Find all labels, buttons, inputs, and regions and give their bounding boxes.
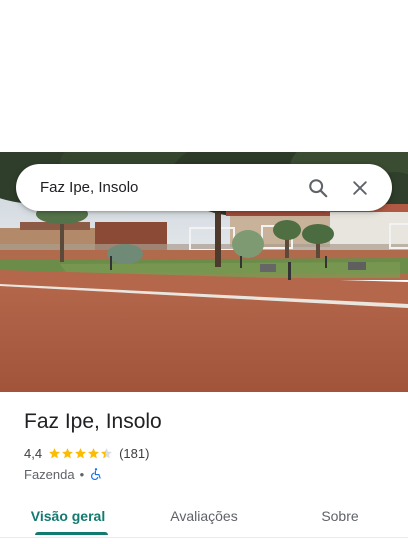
tab-about[interactable]: Sobre xyxy=(272,494,408,538)
search-query-text[interactable]: Faz Ipe, Insolo xyxy=(40,179,294,196)
tab-about-label: Sobre xyxy=(321,508,359,524)
star-icon xyxy=(101,447,112,458)
close-button[interactable] xyxy=(342,170,378,206)
place-category: Fazenda xyxy=(24,466,75,482)
search-icon xyxy=(309,178,328,197)
close-icon xyxy=(353,180,367,195)
tab-overview[interactable]: Visão geral xyxy=(0,494,136,538)
separator-dot: • xyxy=(79,466,85,482)
place-name: Faz Ipe, Insolo xyxy=(24,410,162,433)
tabs-divider xyxy=(0,537,408,538)
star-icon xyxy=(75,447,86,458)
star-icon xyxy=(62,447,73,458)
place-tabs: Visão geral Avaliações Sobre xyxy=(0,494,408,538)
category-row: Fazenda • xyxy=(24,465,103,483)
wheelchair-icon[interactable] xyxy=(89,467,103,481)
rating-row[interactable]: 4,4 (181) xyxy=(24,444,149,462)
tab-reviews[interactable]: Avaliações xyxy=(136,494,272,538)
active-tab-indicator xyxy=(35,532,108,535)
review-count[interactable]: (181) xyxy=(119,446,149,461)
rating-stars xyxy=(48,447,113,460)
star-icon xyxy=(49,447,60,458)
rating-value: 4,4 xyxy=(24,445,43,461)
tab-overview-label: Visão geral xyxy=(30,508,106,524)
tab-reviews-label: Avaliações xyxy=(170,508,238,524)
search-button[interactable] xyxy=(300,170,336,206)
star-icon xyxy=(88,447,99,458)
search-bar[interactable]: Faz Ipe, Insolo xyxy=(16,164,392,211)
map-area-blank xyxy=(0,0,408,152)
